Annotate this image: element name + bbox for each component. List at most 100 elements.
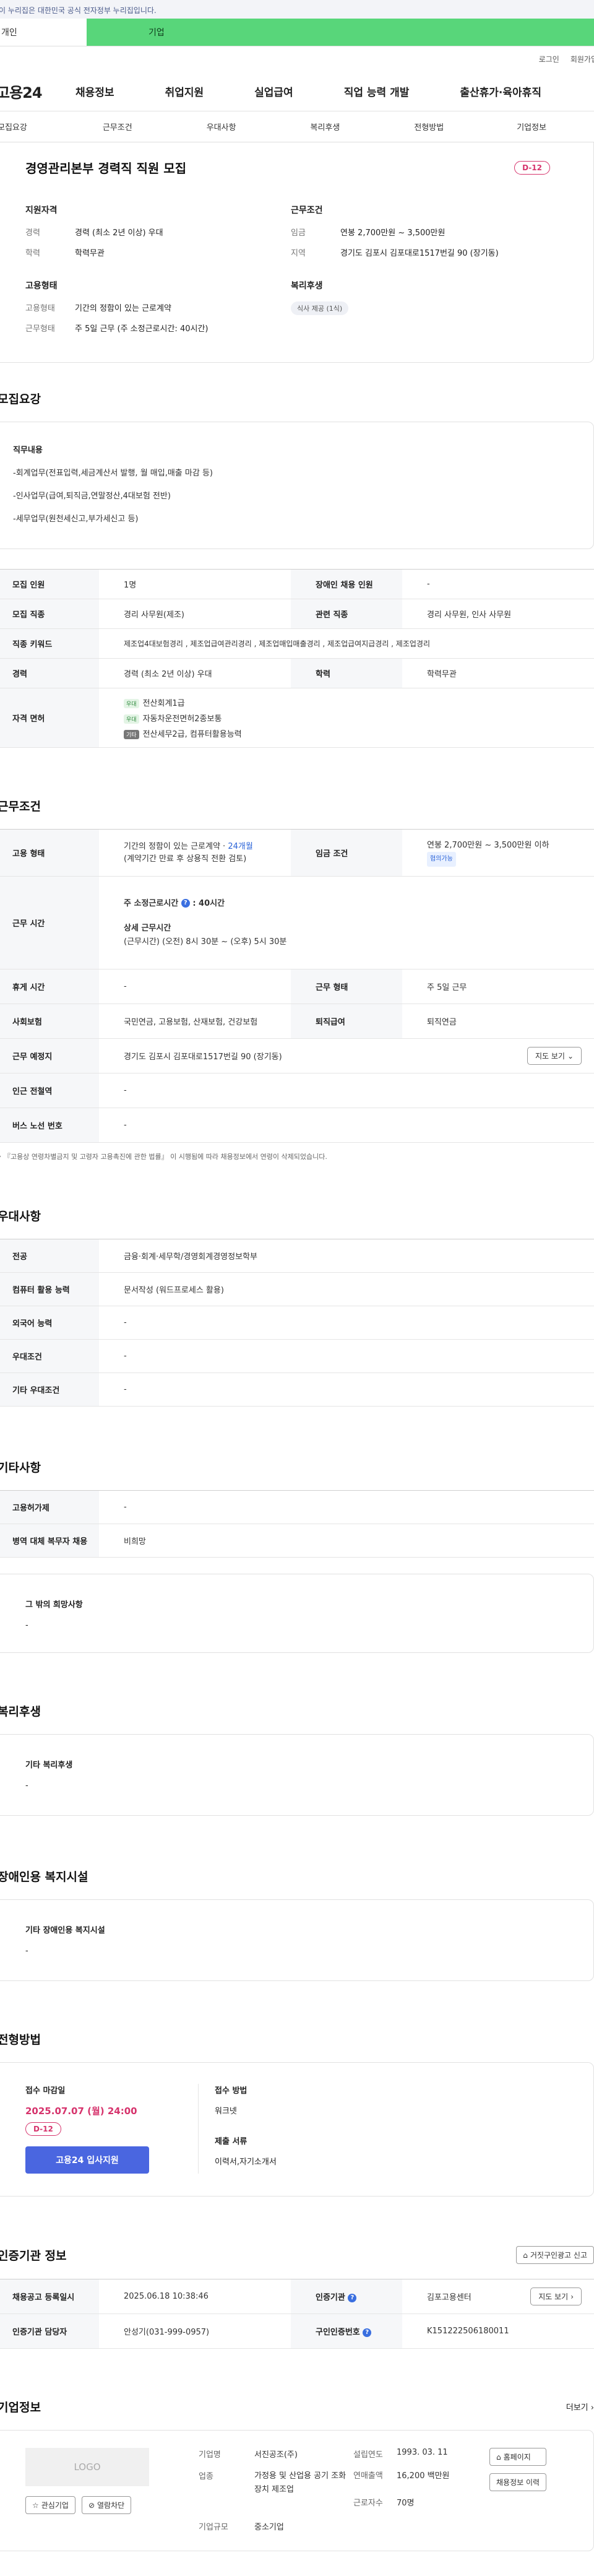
sales-value: 16,200 백만원 [397,2471,450,2481]
report-button[interactable]: ⌂ 거짓구인광고 신고 [516,2246,594,2264]
signup-link[interactable]: 회원가입 [570,54,594,64]
cert-id-value: K151222506180011 [402,2314,594,2349]
user-type-tabs: 개인 기업 [0,19,594,46]
other-heading: 기타사항 [0,1461,41,1475]
map-button[interactable]: 지도 보기 ⌄ [527,1047,582,1065]
duty-box: 직무내용 -회계업무(전표입력,세금계산서 발행, 월 매입,매출 마감 등) … [0,422,594,549]
bus-value: - [99,1108,594,1143]
table-row: 직종 키워드 제조업4대보험경리 , 제조업급여관리경리 , 제조업매입매출경리… [0,628,594,659]
agency-table: 채용공고 등록일시 2025.06.18 10:38:46 인증기관 ? 김포고… [0,2279,594,2349]
detail-hours-heading: 상세 근무시간 [124,923,171,933]
info-icon[interactable]: ? [348,2293,357,2302]
qualification-heading: 지원자격 [25,206,58,215]
docs-value: 이력서,자기소개서 [215,2158,277,2167]
nav-item-training[interactable]: 직업 능력 개발 [344,84,410,99]
duty-item: -세무업무(원천세신고,부가세신고 등) [13,514,139,524]
nav-item-unemployment[interactable]: 실업급여 [254,84,293,99]
chevron-down-icon: ⌄ [567,1051,574,1060]
gov-banner: 이 누리집은 대한민국 공식 전자정부 누리집입니다. [0,0,594,19]
workplace-address: 경기도 김포시 김포대로1517번길 90 (장기동) [124,1052,282,1062]
disabled-facility-heading: 장애인용 복지시설 [0,1870,88,1884]
contract-type: 기간의 정함이 있는 근로계약 · [124,841,228,851]
site-logo[interactable]: 고용24 [0,80,75,102]
duty-item: -인사업무(급여,퇴직금,연말정산,4대보험 전반) [13,492,171,501]
nav-item-employment-support[interactable]: 취업지원 [165,84,204,99]
extra-wish-box: 그 밖의 희망사항 - [0,1574,594,1653]
info-icon[interactable]: ? [181,899,190,908]
age-notice: • 『고용상 연령차별금지 및 고령자 고용촉진에 관한 법률』 이 시행됨에 … [0,1151,594,1161]
welfare-title: 기타 복리후생 [25,1761,73,1770]
homepage-button[interactable]: ⌂ 홈페이지 [489,2448,547,2466]
company-logo: LOGO [25,2448,149,2486]
selection-heading: 전형방법 [0,2033,41,2047]
job-summary-card: 경영관리본부 경력직 직원 모집 D-12 지원자격 경력 경력 (최소 2년 이… [0,142,594,363]
wage-label: 임금 [291,228,306,238]
bus-label: 버스 노선 번호 [0,1108,99,1143]
pc-skill-value: 문서작성 (워드프로세스 활용) [99,1272,594,1306]
table-row: 모집 인원 1명 장애인 채용 인원 - [0,569,594,599]
license-label: 자격 면허 [0,688,99,748]
table-row: 자격 면허 우대 전산회계1급 우대 자동차운전면허2종보통 기타 전산세무2급, 컴… [0,688,594,748]
block-icon: ⊘ [88,2500,95,2510]
tab-recruit[interactable]: 모집요강 [0,121,27,132]
more-link[interactable]: 더보기 › [566,2401,594,2413]
recruit-table: 모집 인원 1명 장애인 채용 인원 - 모집 직종 경리 사무원(제조) 관련… [0,569,594,748]
main-nav: 고용24 채용정보 취업지원 실업급여 직업 능력 개발 출산휴가·육아휴직 [0,71,594,111]
manager-label: 인증기관 담당자 [0,2314,99,2349]
wage-cond-text: 연봉 2,700만원 ~ 3,500만원 이하 [427,840,549,850]
license-item: 전산세무2급, 컴퓨터활용능력 [142,730,242,739]
info-icon[interactable]: ? [363,2328,372,2337]
edu-row-label: 학력 [291,658,402,688]
org-map-button[interactable]: 지도 보기 › [530,2288,582,2305]
tab-company[interactable]: 기업 [87,19,594,46]
welfare-summary-heading: 복리후생 [291,281,323,291]
established-label: 설립연도 [353,2450,383,2460]
headcount-label: 모집 인원 [0,569,99,599]
tab-selection[interactable]: 전형방법 [414,121,444,132]
weekly-hours-label: 주 소정근로시간 [124,898,179,908]
login-link[interactable]: 로그인 [539,54,559,64]
emptype-value: 기간의 정함이 있는 근로계약 [75,304,171,313]
retirement-label: 퇴직급여 [291,1004,402,1039]
apply-button[interactable]: 고용24 입사지원 [25,2146,149,2174]
insurance-label: 사회보험 [0,1004,99,1039]
related-label: 관련 직종 [291,599,402,629]
favorite-company-button[interactable]: ☆ 관심기업 [25,2496,75,2514]
util-links: 로그인 회원가입 [0,46,594,71]
welfare-box: 기타 복리후생 - [0,1734,594,1816]
tab-preference[interactable]: 우대사항 [207,121,236,132]
other-table: 고용허가제 - 병역 대체 복무자 채용 비희망 [0,1490,594,1558]
megaphone-icon: ⌂ [523,2250,528,2260]
job-history-button[interactable]: 채용정보 이력 [489,2473,547,2491]
emptype-heading: 고용형태 [25,281,58,291]
tab-conditions[interactable]: 근무조건 [103,121,132,132]
military-value: 비희망 [99,1524,594,1558]
agency-heading: 인증기관 정보 [0,2249,67,2263]
rest-value: - [99,969,291,1004]
worktype-value: 기간의 정함이 있는 근로계약 · 24개월 (계약기간 만료 후 상용직 전환… [99,829,291,877]
nav-item-parental-leave[interactable]: 출산휴가·육아휴직 [460,84,541,99]
headcount-value: 1명 [99,569,291,599]
job-label: 모집 직종 [0,599,99,629]
tab-welfare[interactable]: 복리후생 [311,121,340,132]
block-company-button[interactable]: ⊘ 열람차단 [81,2496,132,2514]
table-row: 전공 금융·회계·세무학/경영회계경영정보학부 [0,1239,594,1273]
worktype-label: 근무형태 [25,324,55,334]
edu-value: 학력무관 [75,249,105,258]
major-label: 전공 [0,1239,99,1273]
nav-item-jobs[interactable]: 채용정보 [75,84,114,99]
tab-company-info[interactable]: 기업정보 [517,121,546,132]
registered-value: 2025.06.18 10:38:46 [99,2279,291,2314]
extra-wish-title: 그 밖의 희망사항 [25,1600,83,1610]
company-size-value: 중소기업 [254,2523,284,2532]
military-label: 병역 대체 복무자 채용 [0,1524,99,1558]
career-row-label: 경력 [0,658,99,688]
region-label: 지역 [291,249,306,258]
disabled-facility-box: 기타 장애인용 복지시설 - [0,1899,594,1981]
prefer-heading: 우대사항 [0,1210,41,1223]
duty-title: 직무내용 [13,446,43,455]
license-item: 자동차운전면허2종보통 [142,714,222,724]
tab-personal[interactable]: 개인 [0,19,87,46]
gnb-menu: 채용정보 취업지원 실업급여 직업 능력 개발 출산휴가·육아휴직 [75,84,594,99]
company-name-value: 서진공조(주) [254,2450,298,2460]
